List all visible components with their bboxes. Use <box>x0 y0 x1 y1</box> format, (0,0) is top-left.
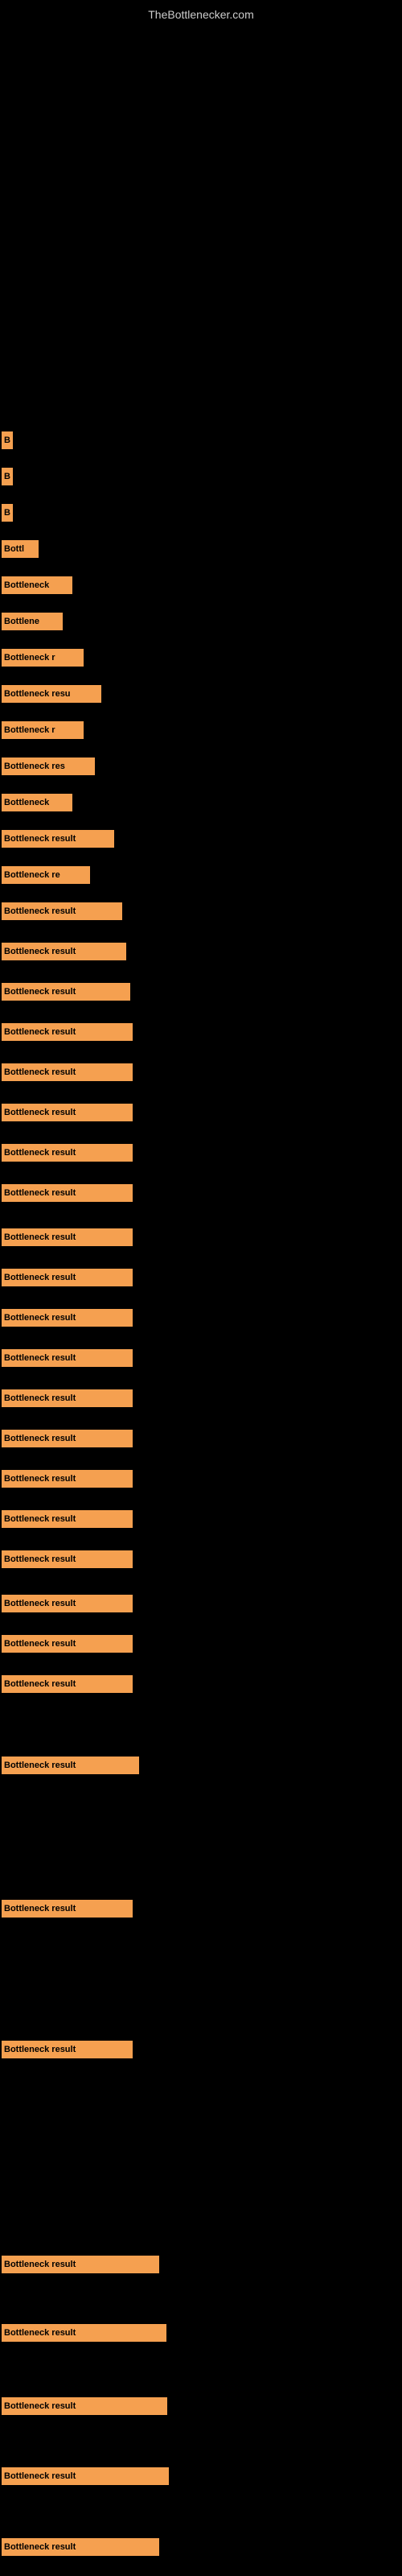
bottleneck-bar: Bottleneck result <box>2 1309 133 1327</box>
bottleneck-bar: B <box>2 468 13 485</box>
bottleneck-bar: Bottleneck result <box>2 1550 133 1568</box>
bottleneck-bar: Bottleneck result <box>2 1510 133 1528</box>
bottleneck-bar: Bottleneck result <box>2 1900 133 1918</box>
bottleneck-bar: B <box>2 504 13 522</box>
bottleneck-bar: Bottlene <box>2 613 63 630</box>
bottleneck-bar: Bottleneck result <box>2 943 126 960</box>
bottleneck-bar: Bottleneck res <box>2 758 95 775</box>
bottleneck-bar: Bottleneck result <box>2 983 130 1001</box>
bottleneck-bar: Bottl <box>2 540 39 558</box>
bottleneck-bar: Bottleneck result <box>2 2324 166 2342</box>
bottleneck-bar: Bottleneck result <box>2 830 114 848</box>
bottleneck-bar: Bottleneck result <box>2 1104 133 1121</box>
bottleneck-bar: Bottleneck <box>2 794 72 811</box>
bottleneck-bar: Bottleneck result <box>2 1023 133 1041</box>
bottleneck-bar: Bottleneck result <box>2 1349 133 1367</box>
bottleneck-bar: Bottleneck result <box>2 2397 167 2415</box>
bottleneck-bar: Bottleneck result <box>2 1063 133 1081</box>
bottleneck-bar: Bottleneck result <box>2 2467 169 2485</box>
bottleneck-bar: Bottleneck result <box>2 1389 133 1407</box>
bottleneck-bar: Bottleneck result <box>2 1269 133 1286</box>
bottleneck-bar: Bottleneck result <box>2 2041 133 2058</box>
bottleneck-bar: Bottleneck result <box>2 1675 133 1693</box>
bottleneck-bar: Bottleneck result <box>2 902 122 920</box>
bottleneck-bar: Bottleneck result <box>2 1144 133 1162</box>
bottleneck-bar: Bottleneck <box>2 576 72 594</box>
bottleneck-bar: Bottleneck result <box>2 1635 133 1653</box>
bottleneck-bar: Bottleneck result <box>2 1595 133 1612</box>
bottleneck-bar: B <box>2 431 13 449</box>
bottleneck-bar: Bottleneck result <box>2 1430 133 1447</box>
bottleneck-bar: Bottleneck r <box>2 721 84 739</box>
bottleneck-bar: Bottleneck result <box>2 1470 133 1488</box>
bottleneck-bar: Bottleneck r <box>2 649 84 667</box>
bottleneck-bar: Bottleneck re <box>2 866 90 884</box>
bottleneck-bar: Bottleneck result <box>2 1228 133 1246</box>
site-title-bar: TheBottlenecker.com <box>0 0 402 29</box>
bottleneck-bar: Bottleneck result <box>2 1184 133 1202</box>
site-title-text: TheBottlenecker.com <box>148 8 254 21</box>
bottleneck-bar: Bottleneck result <box>2 2538 159 2556</box>
bottleneck-bar: Bottleneck result <box>2 2256 159 2273</box>
bottleneck-bar: Bottleneck result <box>2 1757 139 1774</box>
bottleneck-bar: Bottleneck resu <box>2 685 101 703</box>
